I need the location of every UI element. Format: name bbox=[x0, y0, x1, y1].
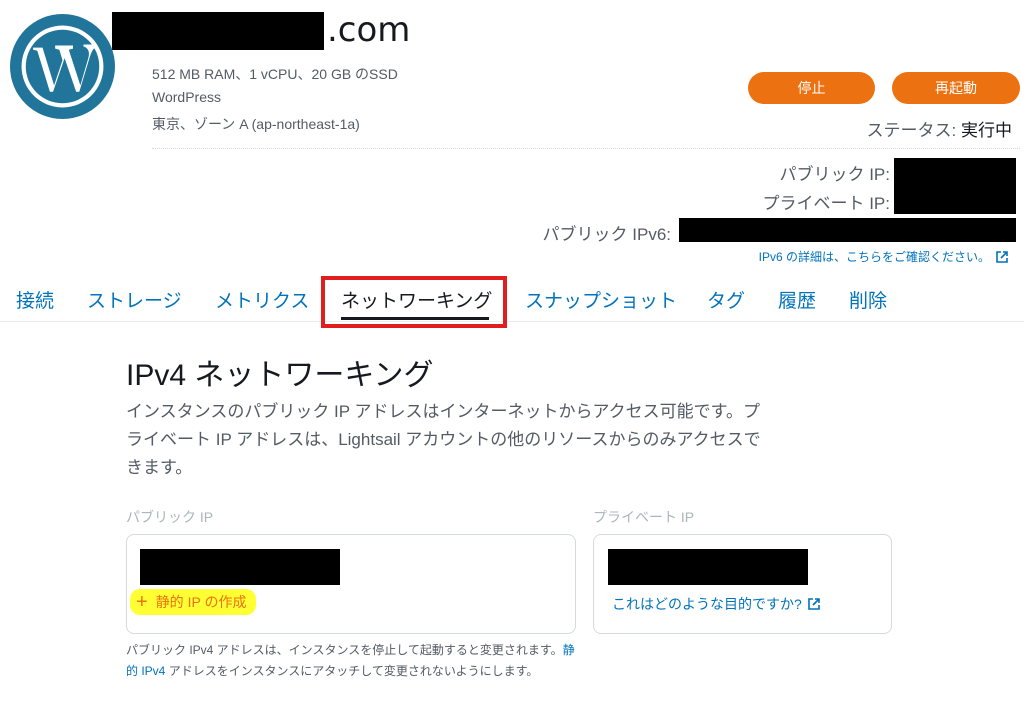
tab-storage[interactable]: ストレージ bbox=[87, 286, 182, 313]
tab-delete[interactable]: 削除 bbox=[849, 286, 887, 313]
networking-description: インスタンスのパブリック IP アドレスはインターネットからアクセス可能です。プ… bbox=[126, 402, 761, 477]
public-ip-note: パブリック IPv4 アドレスは、インスタンスを停止して起動すると変更されます。… bbox=[126, 640, 576, 682]
reboot-button[interactable]: 再起動 bbox=[892, 72, 1020, 104]
ipv6-label: パブリック IPv6: bbox=[542, 225, 671, 244]
tab-snapshots[interactable]: スナップショット bbox=[525, 286, 677, 313]
status-value: 実行中 bbox=[961, 121, 1012, 140]
ipv6-help-text: IPv6 の詳細は、こちらをご確認ください。 bbox=[758, 250, 990, 264]
instance-domain-suffix: .com bbox=[327, 10, 411, 50]
redacted-private-ip bbox=[894, 184, 1016, 214]
note-text-1: パブリック IPv4 アドレスは、インスタンスを停止して起動すると変更されます。 bbox=[126, 643, 563, 657]
note-text-2: アドレスをインスタンスにアタッチして変更されないようにします。 bbox=[165, 664, 539, 678]
private-ip-column-label: プライベート IP bbox=[593, 509, 695, 525]
public-ip-label: パブリック IP: bbox=[779, 165, 890, 184]
redacted-private-ip-value bbox=[608, 549, 808, 585]
networking-title: IPv4 ネットワーキング bbox=[126, 359, 434, 392]
redacted-public-ip bbox=[894, 158, 1016, 184]
private-ip-label: プライベート IP: bbox=[762, 194, 890, 213]
private-ip-purpose-link[interactable]: これはどのような目的ですか? bbox=[612, 594, 820, 614]
redacted-domain bbox=[112, 12, 324, 50]
public-ip-column-label: パブリック IP bbox=[126, 509, 214, 525]
purpose-link-label: これはどのような目的ですか? bbox=[612, 596, 802, 612]
tab-highlight-box bbox=[321, 276, 507, 328]
tab-bar: 接続 ストレージ メトリクス ネットワーキング スナップショット タグ 履歴 削… bbox=[0, 278, 1024, 322]
tab-connect[interactable]: 接続 bbox=[16, 286, 54, 313]
external-link-icon bbox=[807, 598, 820, 610]
external-link-icon bbox=[996, 250, 1008, 263]
header-divider bbox=[152, 148, 1020, 149]
redacted-public-ip-value bbox=[140, 549, 340, 585]
create-static-ip-label: 静的 IP の作成 bbox=[155, 594, 247, 610]
instance-specs: 512 MB RAM、1 vCPU、20 GB のSSD bbox=[152, 66, 398, 82]
instance-blueprint: WordPress bbox=[152, 89, 221, 105]
stop-button[interactable]: 停止 bbox=[748, 72, 875, 104]
redacted-ipv6 bbox=[679, 218, 1016, 242]
ipv6-help-link[interactable]: IPv6 の詳細は、こちらをご確認ください。 bbox=[759, 248, 1008, 265]
instance-status: ステータス: 実行中 bbox=[867, 116, 1012, 141]
status-label: ステータス: bbox=[866, 121, 961, 140]
create-static-ip-link[interactable]: + 静的 IP の作成 bbox=[130, 589, 257, 615]
plus-icon: + bbox=[136, 591, 148, 613]
tab-metrics[interactable]: メトリクス bbox=[215, 286, 309, 313]
tab-tags[interactable]: タグ bbox=[707, 286, 745, 313]
tab-history[interactable]: 履歴 bbox=[778, 286, 816, 313]
instance-zone: 東京、ゾーン A (ap-northeast-1a) bbox=[152, 116, 360, 132]
wordpress-logo-icon bbox=[10, 14, 115, 119]
